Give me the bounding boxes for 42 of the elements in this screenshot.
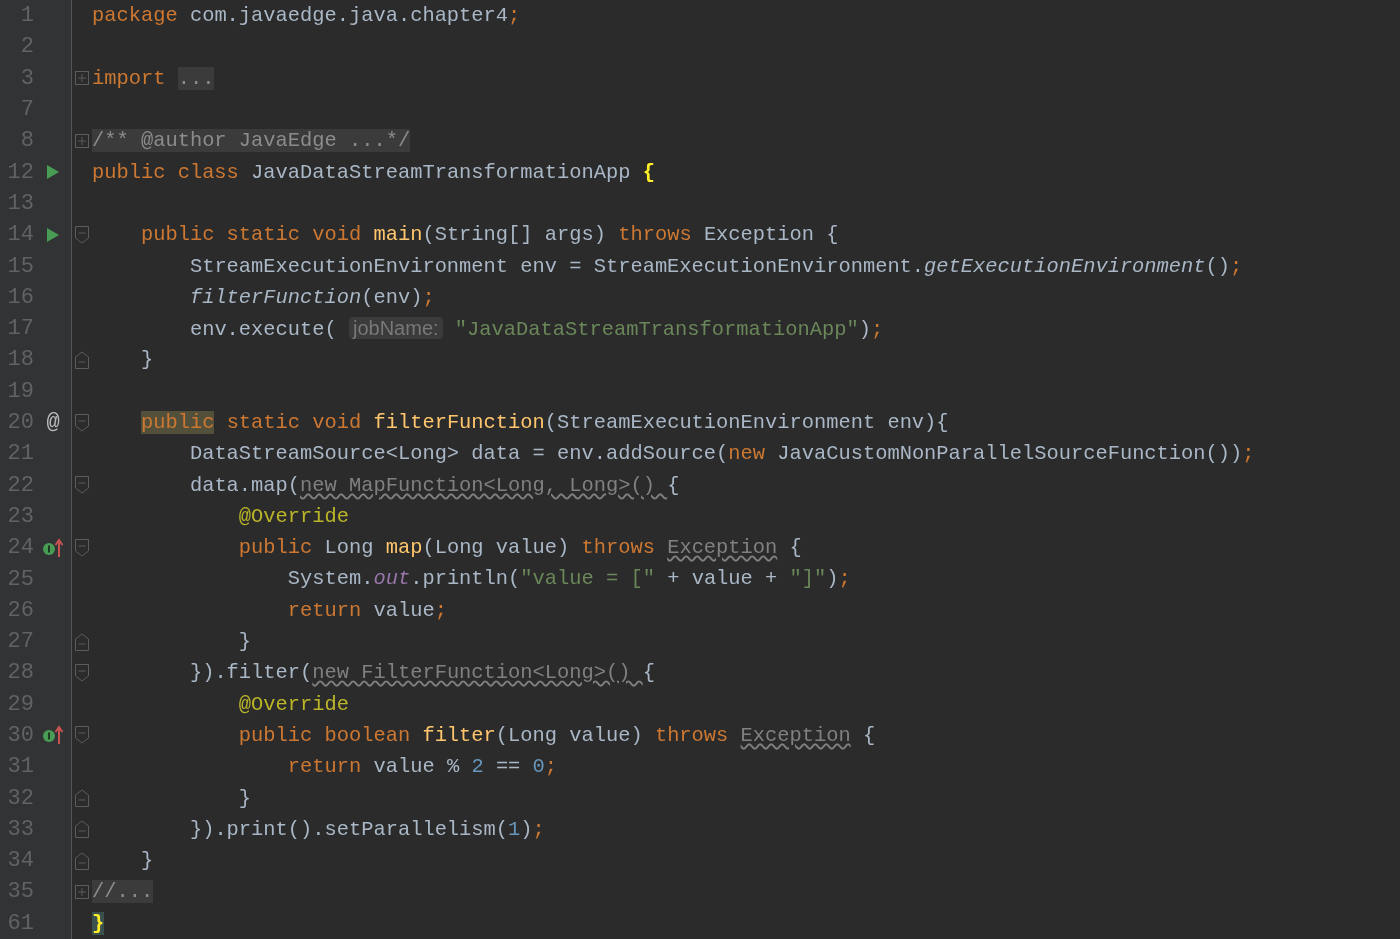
- code-line: StreamExecutionEnvironment env = StreamExecutionEnvironment.getExecutionEnvironment();: [188, 253, 1243, 280]
- code-line: @Override: [237, 691, 349, 718]
- code-line: }: [237, 629, 252, 656]
- code-line: }).filter(new FilterFunction<Long>() {: [188, 660, 655, 687]
- code-line: import ...: [92, 65, 215, 92]
- code-line: return value;: [286, 597, 447, 624]
- code-line: }).print().setParallelism(1);: [188, 816, 545, 843]
- implements-marker-icon[interactable]: [42, 725, 64, 746]
- collapse-icon[interactable]: [75, 476, 89, 495]
- code-line: public static void filterFunction(StreamExecutionEnvironment env){: [139, 410, 949, 436]
- code-line: filterFunction(env);: [188, 284, 435, 311]
- code-line: @Override: [237, 503, 349, 530]
- collapse-icon[interactable]: [75, 820, 89, 839]
- collapse-icon[interactable]: [75, 538, 89, 557]
- collapse-icon[interactable]: [75, 632, 89, 651]
- code-line: }: [139, 848, 154, 875]
- code-line: DataStreamSource<Long> data = env.addSource(new JavaCustomNonParallelSourceFunction());: [188, 441, 1255, 468]
- collapse-icon[interactable]: [75, 851, 89, 870]
- code-line: return value % 2 == 0;: [286, 754, 558, 781]
- code-line: public static void main(String[] args) throws Exception {: [139, 222, 839, 249]
- expand-icon[interactable]: [75, 133, 89, 148]
- implements-marker-icon[interactable]: [42, 537, 64, 558]
- run-icon[interactable]: [46, 226, 60, 243]
- collapse-icon[interactable]: [75, 350, 89, 369]
- code-line: public Long map(Long value) throws Exception {: [237, 535, 802, 562]
- collapse-icon[interactable]: [75, 726, 89, 745]
- code-line: public class JavaDataStreamTransformationApp {: [92, 159, 655, 186]
- collapse-icon[interactable]: [75, 225, 89, 244]
- run-icon[interactable]: [46, 164, 60, 181]
- expand-icon[interactable]: [75, 884, 89, 899]
- gutter-symbol[interactable]: @: [46, 406, 60, 439]
- collapse-icon[interactable]: [75, 789, 89, 808]
- collapse-icon[interactable]: [75, 413, 89, 432]
- code-line: }: [139, 347, 154, 374]
- code-line: System.out.println("value = [" + value + "]");: [286, 566, 851, 593]
- code-line: public boolean filter(Long value) throws Exception {: [237, 722, 876, 749]
- code-line: data.map(new MapFunction<Long, Long>() {: [188, 472, 680, 499]
- code-line: }: [237, 785, 252, 812]
- code-line: package com.javaedge.java.chapter4;: [92, 3, 521, 30]
- collapse-icon[interactable]: [75, 663, 89, 682]
- code-line: env.execute( jobName: "JavaDataStreamTransformationApp");: [188, 315, 884, 343]
- expand-icon[interactable]: [75, 71, 89, 86]
